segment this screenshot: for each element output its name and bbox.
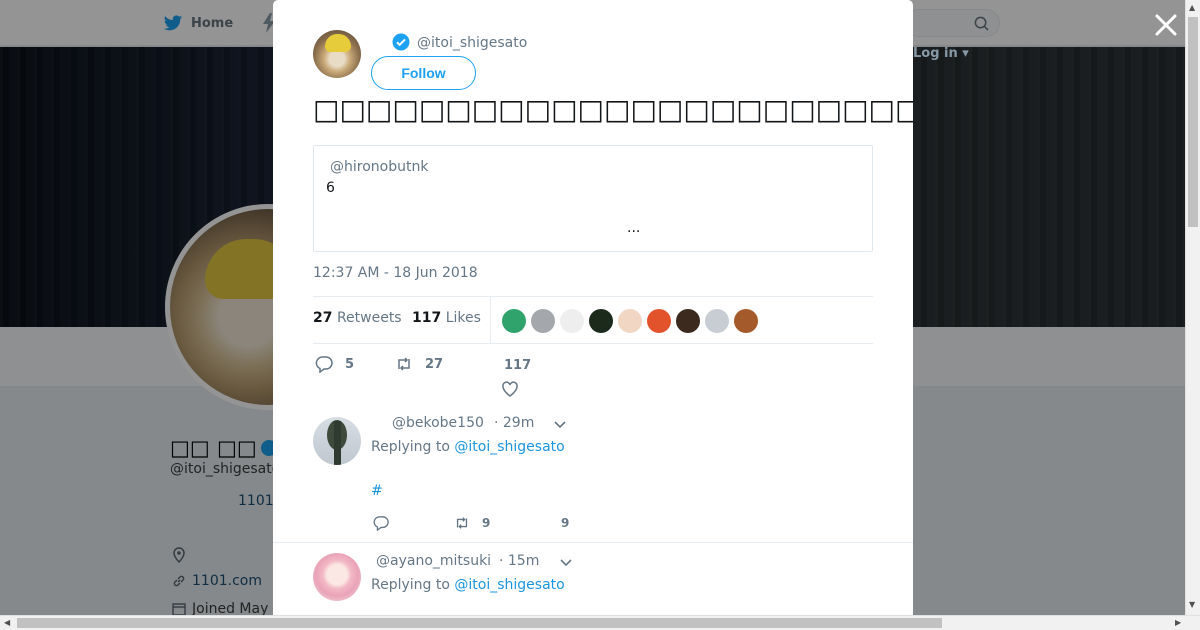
tweet-stats: 27 Retweets 117 Likes xyxy=(313,296,873,344)
stats-divider xyxy=(490,297,491,343)
liker-avatar[interactable] xyxy=(560,309,584,333)
liker-avatar[interactable] xyxy=(734,309,758,333)
tweet-timestamp[interactable]: 12:37 AM - 18 Jun 2018 xyxy=(313,265,478,281)
tweet-modal: @itoi_shigesato Follow □□□□□□□□□□□□□□□□□… xyxy=(273,0,913,615)
liker-avatar[interactable] xyxy=(589,309,613,333)
quoted-tweet-handle: @hironobutnk xyxy=(330,159,429,175)
quoted-tweet-text: 6 xyxy=(326,180,335,196)
liker-avatar[interactable] xyxy=(502,309,526,333)
reply-retweet-count: 9 xyxy=(482,516,491,530)
tweet-text: □□□□□□□□□□□□□□□□□□□□□□□□□□□□□□□□□□□□□□□□… xyxy=(313,93,913,126)
reply-reply-button[interactable] xyxy=(373,515,389,531)
retweet-button[interactable]: 27 xyxy=(395,355,443,373)
liker-avatar[interactable] xyxy=(531,309,555,333)
reply-button[interactable]: 5 xyxy=(315,355,354,373)
tweet-author-handle[interactable]: @itoi_shigesato xyxy=(417,35,527,51)
likers-avatars xyxy=(502,309,758,333)
like-count: 117 xyxy=(504,358,532,373)
retweets-count: 27 xyxy=(313,310,333,326)
likes-label: Likes xyxy=(445,310,481,326)
chevron-down-icon[interactable] xyxy=(559,558,573,568)
reply-like-count: 9 xyxy=(561,516,569,530)
horizontal-scrollbar[interactable]: ◀ ▶ xyxy=(0,615,1200,630)
quoted-tweet-ellipsis: ... xyxy=(627,220,641,236)
reply-tweet[interactable]: @ayano_mitsuki · 15m Replying to @itoi_s… xyxy=(273,543,913,615)
reply-icon xyxy=(315,356,333,373)
login-link[interactable]: Log in ▾ xyxy=(913,46,969,61)
replying-to: Replying to @itoi_shigesato xyxy=(371,577,565,593)
reply-hashtag[interactable]: # xyxy=(371,483,383,499)
retweets-stat[interactable]: 27 Retweets xyxy=(313,310,402,326)
reply-avatar[interactable] xyxy=(313,553,361,601)
liker-avatar[interactable] xyxy=(705,309,729,333)
chevron-down-icon[interactable] xyxy=(553,420,567,430)
tweet-actions: 5 27 117 xyxy=(313,355,873,403)
reply-author-handle[interactable]: @bekobe150 xyxy=(392,415,484,431)
reply-icon xyxy=(373,516,389,531)
quoted-tweet-card[interactable]: @hironobutnk 6 ... xyxy=(313,145,873,252)
reply-like-count-text: 9 xyxy=(561,516,570,530)
replying-to: Replying to @itoi_shigesato xyxy=(371,439,565,455)
tweet-author-avatar[interactable] xyxy=(313,30,361,78)
reply-author-handle[interactable]: @ayano_mitsuki xyxy=(376,553,491,569)
retweets-label: Retweets xyxy=(336,310,402,326)
verified-icon xyxy=(392,33,410,51)
reply-retweet-button[interactable]: 9 xyxy=(454,515,490,531)
close-icon[interactable] xyxy=(1153,12,1179,38)
retweet-count: 27 xyxy=(425,356,444,372)
horizontal-scrollbar-thumb[interactable] xyxy=(17,618,942,628)
follow-button[interactable]: Follow xyxy=(371,56,476,90)
heart-icon[interactable] xyxy=(501,380,519,398)
liker-avatar[interactable] xyxy=(618,309,642,333)
likes-stat[interactable]: 117 Likes xyxy=(412,310,481,326)
vertical-scrollbar[interactable]: ▲ ▼ xyxy=(1185,0,1200,615)
replying-to-label: Replying to xyxy=(371,577,450,593)
reply-time[interactable]: · 15m xyxy=(499,553,539,569)
retweet-icon xyxy=(398,357,410,371)
scroll-right-arrow-icon[interactable]: ▶ xyxy=(1175,618,1181,627)
likes-count: 117 xyxy=(412,310,442,326)
replying-to-mention[interactable]: @itoi_shigesato xyxy=(454,577,564,593)
reply-tweet[interactable]: @bekobe150 · 29m Replying to @itoi_shige… xyxy=(273,407,913,543)
vertical-scrollbar-thumb[interactable] xyxy=(1188,17,1198,227)
liker-avatar[interactable] xyxy=(676,309,700,333)
replying-to-label: Replying to xyxy=(371,439,450,455)
reply-count: 5 xyxy=(345,356,355,372)
reply-avatar[interactable] xyxy=(313,417,361,465)
retweet-icon xyxy=(456,517,468,529)
liker-avatar[interactable] xyxy=(647,309,671,333)
scroll-down-arrow-icon[interactable]: ▼ xyxy=(1189,600,1195,609)
replying-to-mention[interactable]: @itoi_shigesato xyxy=(454,439,564,455)
scroll-left-arrow-icon[interactable]: ◀ xyxy=(4,618,10,627)
reply-time[interactable]: · 29m xyxy=(494,415,534,431)
scroll-up-arrow-icon[interactable]: ▲ xyxy=(1189,3,1195,12)
